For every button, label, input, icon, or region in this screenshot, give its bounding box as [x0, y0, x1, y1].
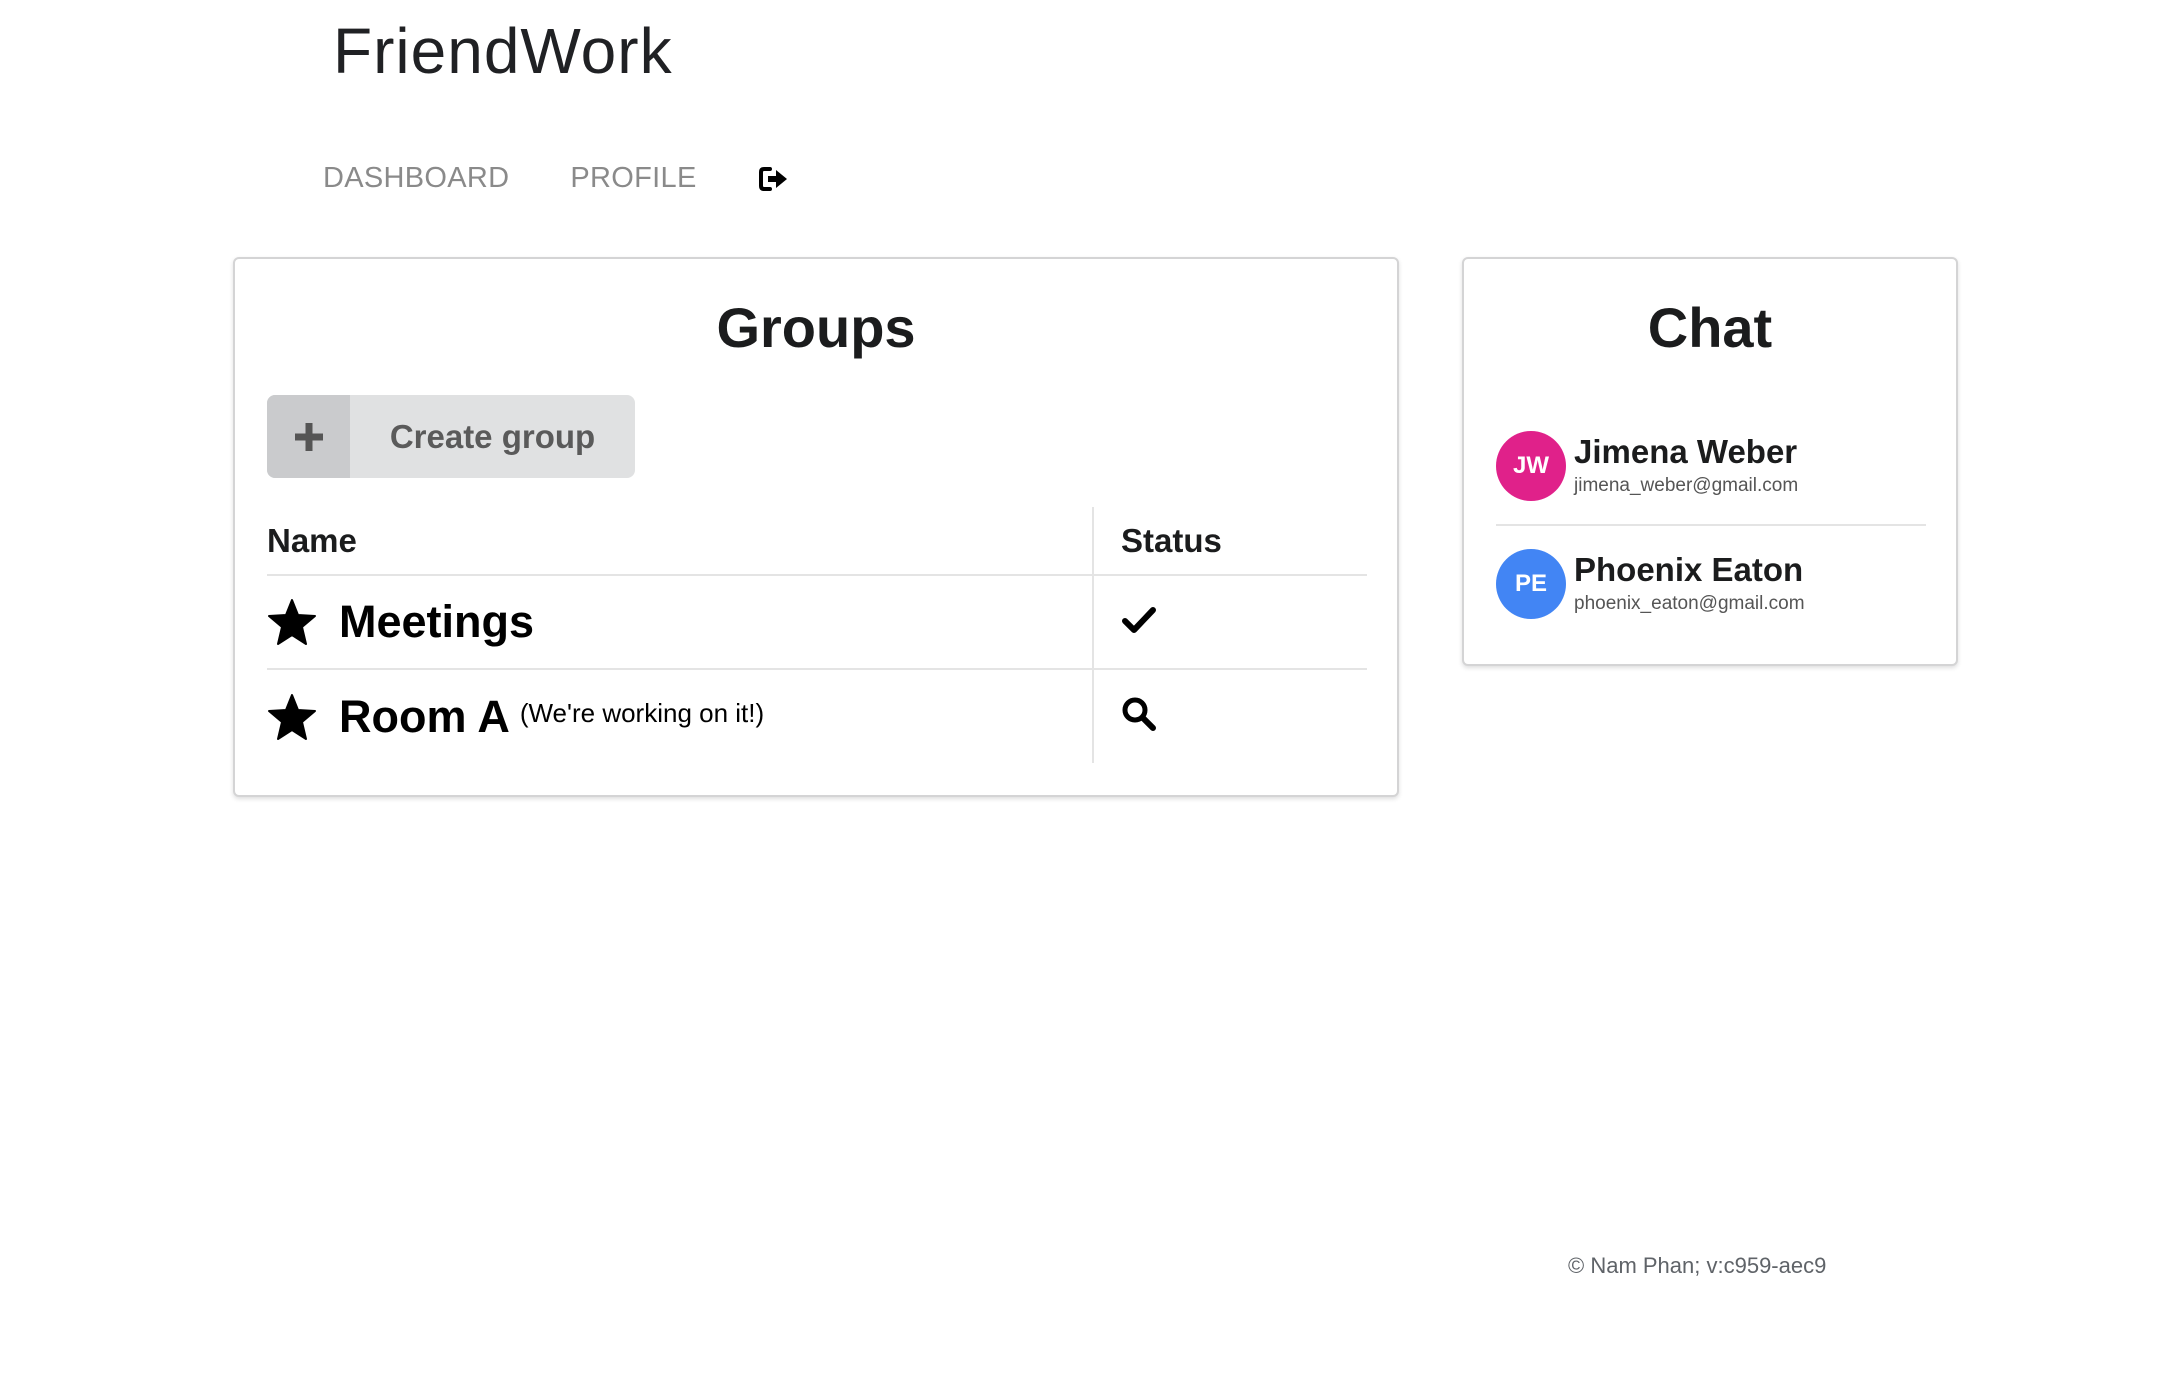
column-header-name: Name [267, 507, 1094, 576]
column-header-status: Status [1093, 507, 1367, 576]
chat-title: Chat [1647, 296, 1773, 359]
avatar: PE [1496, 548, 1566, 619]
chat-contact[interactable]: JW Jimena Weber jimena_weber@gmail.com [1496, 407, 1926, 524]
nav-dashboard[interactable]: DASHBOARD [323, 162, 509, 195]
groups-card: Groups Create group Name Status Meetings… [233, 257, 1399, 797]
group-name[interactable]: Meetings [339, 596, 534, 648]
create-group-button[interactable]: Create group [267, 395, 635, 478]
groups-table: Name Status Meetings Room A (We're worki… [267, 507, 1367, 763]
group-status-cell [1093, 575, 1367, 670]
check-icon [1121, 602, 1157, 638]
contact-email: phoenix_eaton@gmail.com [1574, 592, 1805, 614]
group-status-cell [1093, 669, 1367, 763]
contact-email: jimena_weber@gmail.com [1574, 474, 1799, 496]
star-icon[interactable] [267, 598, 317, 646]
chat-card: Chat JW Jimena Weber jimena_weber@gmail.… [1462, 257, 1958, 666]
contact-name: Jimena Weber [1574, 433, 1798, 471]
group-name-cell: Meetings [267, 575, 1094, 670]
nav-profile[interactable]: PROFILE [570, 162, 696, 195]
group-note: (We're working on it!) [519, 698, 765, 728]
groups-title: Groups [716, 296, 916, 359]
avatar: JW [1496, 430, 1566, 501]
table-header-row: Name Status [267, 507, 1367, 576]
table-row[interactable]: Meetings [267, 575, 1367, 670]
group-name[interactable]: Room A [339, 691, 510, 743]
create-group-label: Create group [389, 417, 596, 455]
star-icon[interactable] [267, 693, 317, 741]
app-title: FriendWork [333, 15, 673, 87]
group-name-cell: Room A (We're working on it!) [267, 669, 1094, 763]
main-nav: DASHBOARD PROFILE [323, 162, 790, 195]
table-row[interactable]: Room A (We're working on it!) [267, 669, 1367, 763]
footer-copyright: © Nam Phan; v:c959-aec9 [1568, 1253, 1827, 1278]
contact-name: Phoenix Eaton [1574, 551, 1804, 589]
chat-contact-list: JW Jimena Weber jimena_weber@gmail.com P… [1496, 407, 1926, 641]
chat-contact[interactable]: PE Phoenix Eaton phoenix_eaton@gmail.com [1496, 524, 1926, 641]
plus-icon [267, 395, 350, 478]
search-icon[interactable] [1121, 696, 1157, 732]
sign-out-icon[interactable] [758, 163, 790, 195]
